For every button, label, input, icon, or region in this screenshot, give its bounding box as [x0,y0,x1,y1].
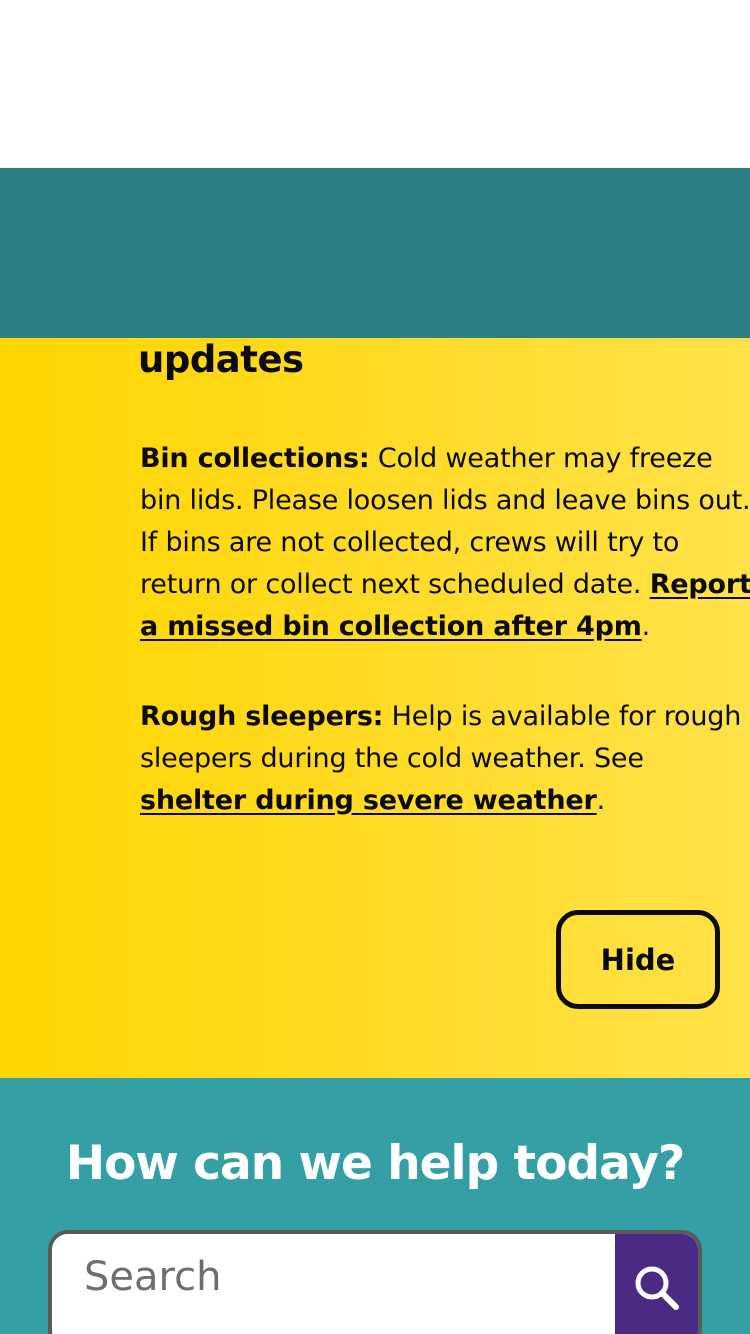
rough-sleepers-paragraph: Rough sleepers: Help is available for ro… [140,696,750,822]
shelter-severe-weather-link[interactable]: shelter during severe weather [140,785,597,816]
bin-collections-paragraph: Bin collections: Cold weather may freeze… [140,438,750,648]
search-button[interactable] [615,1234,698,1334]
alert-title: updates [138,338,304,381]
bin-collections-heading: Bin collections: [140,443,370,474]
help-heading: How can we help today? [65,1136,686,1191]
teal-banner [0,168,750,338]
hide-button[interactable]: Hide [556,910,720,1009]
help-search-section: How can we help today? [0,1078,750,1334]
weather-alert-panel: updates Bin collections: Cold weather ma… [0,338,750,1078]
search-box [48,1230,702,1334]
search-icon [635,1266,679,1310]
header-blank-area [0,0,750,168]
search-input[interactable] [52,1234,615,1334]
bin-collections-period: . [641,611,651,642]
rough-sleepers-period: . [596,785,606,816]
rough-sleepers-heading: Rough sleepers: [140,701,384,732]
